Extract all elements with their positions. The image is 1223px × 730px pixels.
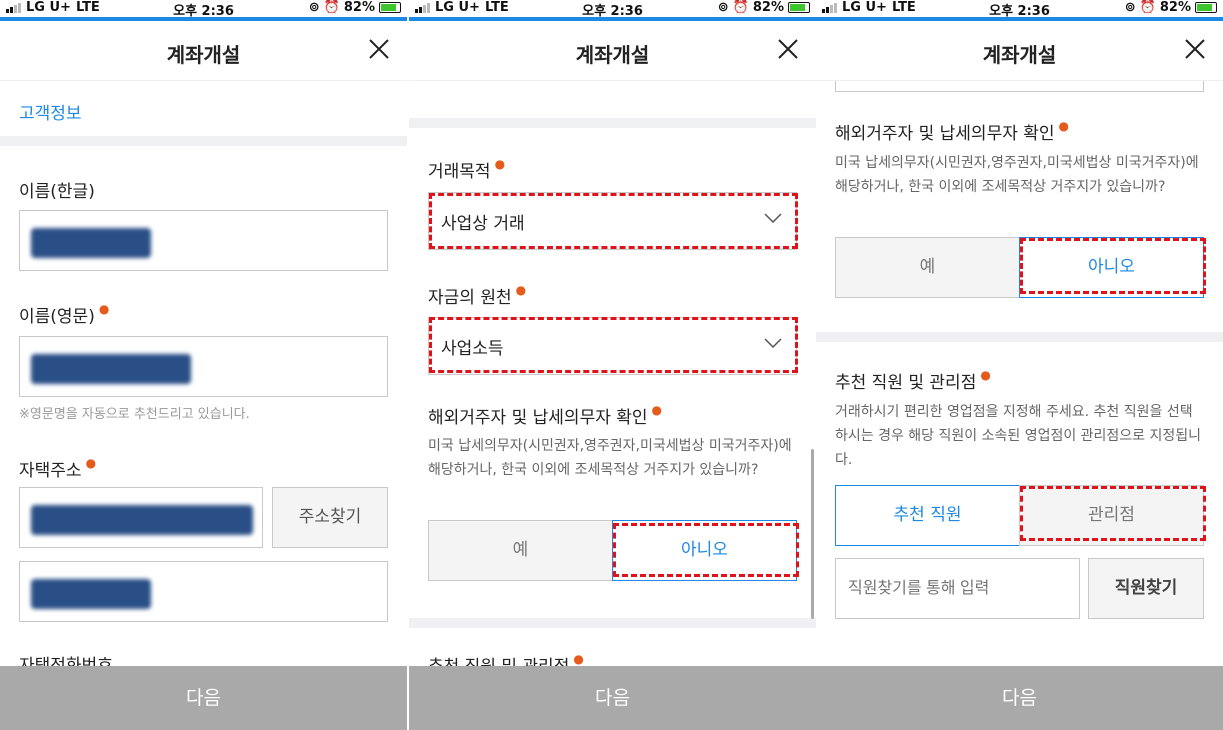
close-icon[interactable] [776,37,800,61]
staff-input[interactable] [835,558,1080,619]
name-en-label: 이름(영문) ● [19,302,110,327]
tab-branch[interactable]: 관리점 [1019,485,1204,546]
section-title: 고객정보 [19,104,82,124]
purpose-label: 거래목적 ● [428,157,506,182]
screen-customer-info: LG U+ LTE 오후 2:36 ⊚ ⏰ 82% 계좌개설 고객정보 이름(한글) … [0,0,407,730]
section-divider [816,332,1223,342]
header: 계좌개설 [409,21,816,81]
alarm-icon: ⏰ [323,0,340,15]
address-detail-input[interactable] [19,561,388,622]
close-icon[interactable] [1183,37,1207,61]
page-title: 계좌개설 [982,43,1057,67]
battery-charging-icon [1195,2,1217,13]
section-divider [409,618,816,628]
scrollbar[interactable] [811,449,814,619]
screen-transaction-info: LG U+ LTE 오후 2:36 ⊚ ⏰ 82% 계좌개설 거래목적 ● 사업상 거래… [409,0,816,730]
tab-recommended-staff[interactable]: 추천 직원 [835,485,1020,546]
next-button[interactable]: 다음 [816,666,1223,730]
tax-no-button[interactable]: 아니오 [1019,237,1204,298]
tax-residency-label: 해외거주자 및 납세의무자 확인 ● [428,403,663,428]
lock-rotation-icon: ⊚ [1124,0,1136,15]
close-icon[interactable] [367,37,391,61]
home-phone-label: 자택전화번호 [19,656,113,666]
screen-branch-info: LG U+ LTE 오후 2:36 ⊚ ⏰ 82% 계좌개설 해외거주자 및 납세의무… [816,0,1223,730]
tax-residency-description: 미국 납세의무자(시민권자,영주권자,미국세법상 미국거주자)에 해당하거나, … [428,438,792,478]
name-en-hint: ※영문명을 자동으로 추천드리고 있습니다. [19,407,250,422]
battery-percent: 82% [1159,0,1191,15]
header: 계좌개설 [0,21,407,81]
redacted-value [31,579,151,609]
address-label: 자택주소 ● [19,456,97,481]
alarm-icon: ⏰ [1139,0,1156,15]
redacted-value [31,354,191,384]
lock-rotation-icon: ⊚ [717,0,729,15]
section-divider [0,136,407,146]
status-bar: LG U+ LTE 오후 2:36 ⊚ ⏰ 82% [0,0,407,19]
recommend-label: 추천 직원 및 관리점● [835,368,991,393]
address-search-button[interactable]: 주소찾기 [272,487,388,548]
status-bar: LG U+ LTE 오후 2:36 ⊚ ⏰ 82% [816,0,1223,19]
header: 계좌개설 [816,21,1223,81]
section-divider [409,118,816,128]
fund-source-value: 사업소득 [441,339,504,359]
name-kr-input[interactable] [19,210,388,271]
tax-residency-label: 해외거주자 및 납세의무자 확인 ● [835,119,1070,144]
name-kr-label: 이름(한글) [19,182,95,202]
name-en-input[interactable] [19,336,388,397]
previous-select[interactable] [835,81,1204,92]
chevron-down-icon [764,213,782,223]
recommend-description: 거래하시기 편리한 영업점을 지정해 주세요. 추천 직원을 선택하시는 경우 … [835,404,1202,468]
page-title: 계좌개설 [166,43,241,67]
tax-yes-button[interactable]: 예 [835,237,1020,298]
staff-search-button[interactable]: 직원찾기 [1088,558,1204,619]
address-input[interactable] [19,487,263,548]
tax-residency-description: 미국 납세의무자(시민권자,영주권자,미국세법상 미국거주자)에 해당하거나, … [835,155,1199,195]
next-button[interactable]: 다음 [409,666,816,730]
redacted-value [31,505,253,535]
status-bar: LG U+ LTE 오후 2:36 ⊚ ⏰ 82% [409,0,816,19]
alarm-icon: ⏰ [732,0,749,15]
lock-rotation-icon: ⊚ [308,0,320,15]
battery-percent: 82% [343,0,375,15]
battery-charging-icon [379,2,401,13]
purpose-select[interactable]: 사업상 거래 [428,192,797,250]
recommend-label: 추천 직원 및 관리점● [428,652,584,666]
page-title: 계좌개설 [575,43,650,67]
fund-source-select[interactable]: 사업소득 [428,317,797,375]
fund-source-label: 자금의 원천 ● [428,283,527,308]
tax-no-button[interactable]: 아니오 [612,520,797,581]
battery-charging-icon [788,2,810,13]
purpose-value: 사업상 거래 [441,214,525,234]
next-button[interactable]: 다음 [0,666,407,730]
redacted-value [31,228,151,258]
tax-yes-button[interactable]: 예 [428,520,613,581]
chevron-down-icon [764,338,782,348]
battery-percent: 82% [752,0,784,15]
